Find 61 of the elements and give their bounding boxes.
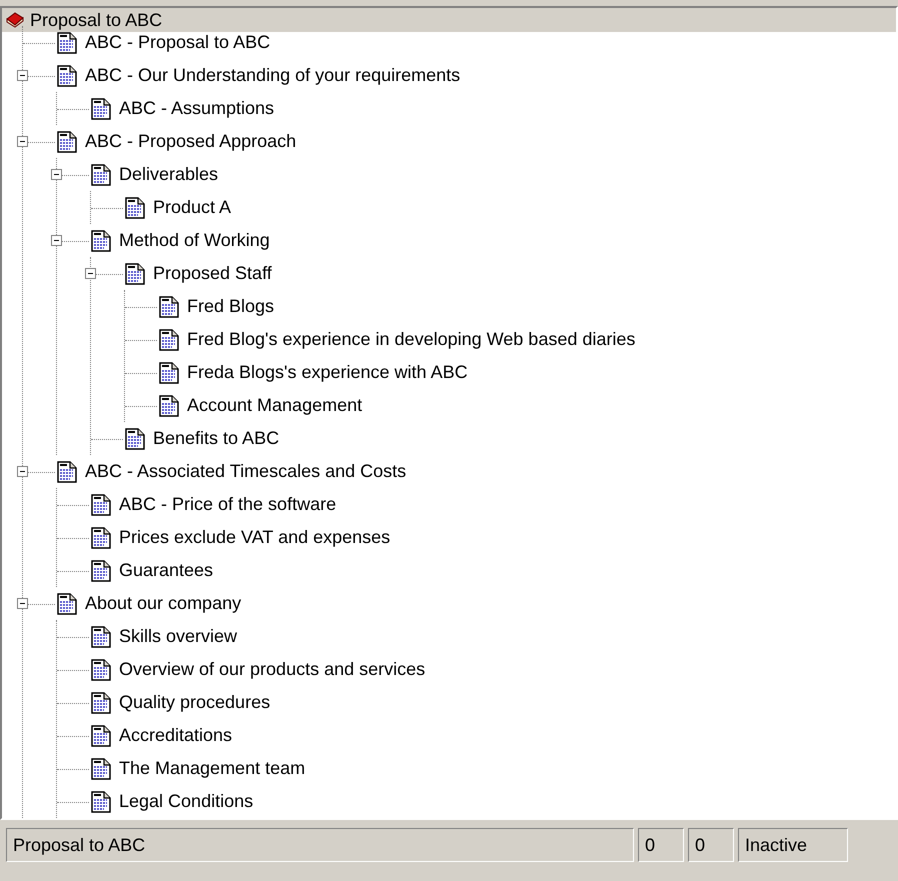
- tree-item[interactable]: Prices exclude VAT and expenses: [119, 524, 390, 551]
- tree-item[interactable]: Freda Blogs's experience with ABC: [187, 359, 468, 386]
- tree-item[interactable]: Benefits to ABC: [153, 425, 280, 452]
- document-icon: [91, 526, 111, 548]
- document-icon: [91, 692, 111, 714]
- collapse-icon[interactable]: [17, 70, 28, 81]
- tree-item[interactable]: Legal Conditions: [119, 788, 254, 815]
- document-icon: [125, 196, 145, 218]
- tree-item[interactable]: Guarantees: [119, 557, 214, 584]
- tree-item[interactable]: Proposed Staff: [153, 260, 272, 287]
- document-icon: [91, 658, 111, 680]
- tree-item[interactable]: Skills overview: [119, 623, 238, 650]
- document-icon: [91, 494, 111, 516]
- document-icon: [57, 460, 77, 482]
- document-icon: [91, 790, 111, 812]
- tree-item[interactable]: The Management team: [119, 755, 306, 782]
- tree-item[interactable]: About our company: [85, 590, 242, 617]
- collapse-icon[interactable]: [51, 235, 62, 246]
- tree-item[interactable]: ABC - Our Understanding of your requirements: [85, 62, 460, 89]
- document-icon: [159, 296, 179, 318]
- document-icon: [57, 592, 77, 614]
- document-icon: [91, 164, 111, 186]
- tree-item[interactable]: Account Management: [187, 392, 362, 419]
- document-icon: [91, 758, 111, 780]
- document-icon: [91, 724, 111, 746]
- document-icon: [91, 626, 111, 648]
- tree-item[interactable]: Fred Blogs: [187, 293, 274, 320]
- status-panel: Inactive: [738, 828, 848, 862]
- tree-item[interactable]: Deliverables: [119, 161, 218, 188]
- document-icon: [159, 328, 179, 350]
- document-icon: [125, 262, 145, 284]
- status-panel: Proposal to ABC: [6, 828, 634, 862]
- collapse-icon[interactable]: [85, 268, 96, 279]
- document-icon: [91, 230, 111, 252]
- book-icon: [6, 12, 24, 28]
- document-icon: [57, 130, 77, 152]
- tree-item[interactable]: Overview of our products and services: [119, 656, 426, 683]
- tree-item[interactable]: Product A: [153, 194, 232, 221]
- tree-item[interactable]: Quality procedures: [119, 689, 270, 716]
- tree-root[interactable]: Proposal to ABC: [2, 8, 896, 32]
- tree-item[interactable]: Fred Blog's experience in developing Web based diaries: [187, 326, 636, 353]
- document-icon: [91, 560, 111, 582]
- collapse-icon[interactable]: [51, 169, 62, 180]
- tree-item[interactable]: ABC - Associated Timescales and Costs: [85, 458, 406, 485]
- tree-item[interactable]: Method of Working: [119, 227, 270, 254]
- status-panel: 0: [638, 828, 684, 862]
- document-icon: [57, 64, 77, 86]
- tree-item[interactable]: ABC - Assumptions: [119, 95, 274, 122]
- document-icon: [57, 32, 77, 54]
- tree-item[interactable]: ABC - Proposal to ABC: [85, 29, 270, 56]
- document-icon: [159, 362, 179, 384]
- tree-item[interactable]: ABC - Proposed Approach: [85, 128, 296, 155]
- collapse-icon[interactable]: [17, 598, 28, 609]
- document-icon: [91, 98, 111, 120]
- tree-item[interactable]: ABC - Price of the software: [119, 491, 336, 518]
- document-icon: [159, 394, 179, 416]
- tree-item[interactable]: Accreditations: [119, 722, 232, 749]
- collapse-icon[interactable]: [17, 466, 28, 477]
- collapse-icon[interactable]: [17, 136, 28, 147]
- document-icon: [125, 428, 145, 450]
- status-panel: 0: [688, 828, 734, 862]
